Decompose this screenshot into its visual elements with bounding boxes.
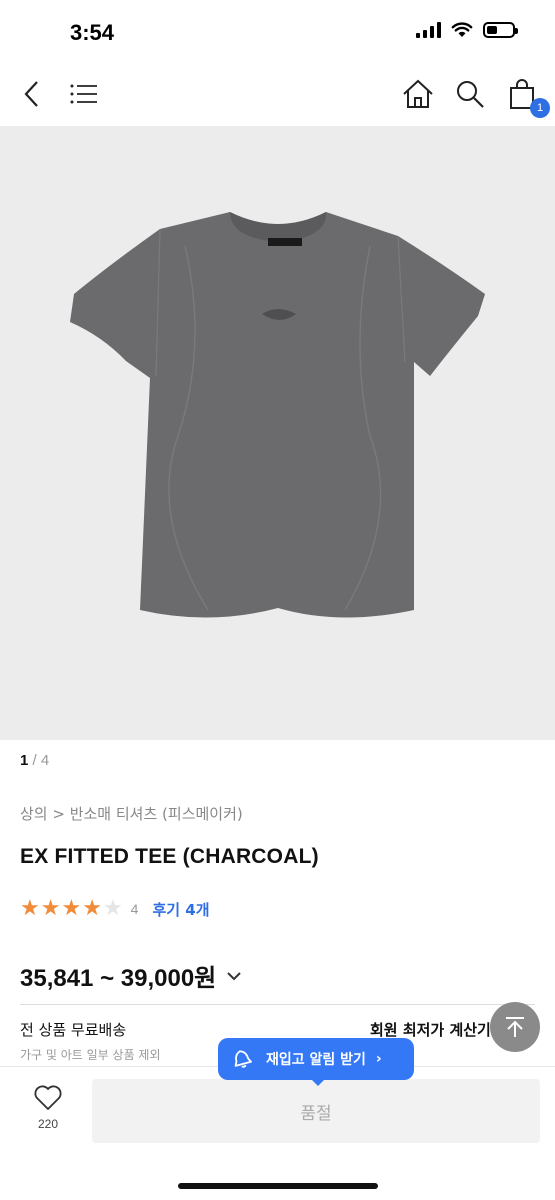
wifi-icon [451,22,473,37]
star-filled-icon: ★ [82,896,102,921]
free-shipping-note: 가구 및 아트 일부 상품 제외 [20,1048,161,1062]
product-image[interactable] [0,126,555,740]
search-button[interactable] [452,76,488,112]
sold-out-button[interactable]: 품절 [92,1079,540,1143]
search-icon [457,81,484,108]
restock-alert-label: 재입고 알림 받기 [266,1052,366,1068]
star-empty-icon: ★ [102,896,123,921]
star-rating: ★ ★ ★ ★ ★ [20,898,123,920]
cart-count-badge: 1 [530,98,550,118]
home-button[interactable] [400,76,436,112]
star-filled-icon: ★ [61,896,82,921]
cellular-signal-icon [416,22,441,38]
chevron-down-icon[interactable] [226,970,242,982]
home-icon [403,79,433,108]
chevron-left-icon [24,81,38,107]
status-icons [416,22,518,38]
pager-current: 1 [20,752,29,769]
cart-button[interactable]: 1 [504,76,550,118]
arrow-up-icon [506,1017,524,1037]
tshirt-image [70,212,485,618]
heart-icon [34,1085,62,1110]
nav-bar: 1 [0,64,555,126]
status-time: 3:54 [70,20,115,45]
back-button[interactable] [14,76,50,112]
member-price-calculator-link[interactable]: 회원 최저가 계산기 [370,1019,491,1040]
chevron-right-icon: › [375,1051,382,1067]
like-button[interactable]: 220 [26,1085,70,1131]
divider [20,1004,535,1005]
status-bar: 3:54 [0,0,555,64]
star-filled-icon: ★ [20,896,40,921]
price-range: 35,841 ~ 39,000원 [20,965,217,992]
restock-tooltip-pointer [310,1078,326,1086]
menu-button[interactable] [66,76,102,112]
battery-icon [483,22,518,38]
home-indicator [178,1183,378,1189]
reviews-link[interactable]: 후기 4개 [152,899,209,920]
product-title: EX FITTED TEE (CHARCOAL) [20,845,319,868]
price-row[interactable]: 35,841 ~ 39,000원 [20,958,242,993]
bell-icon [234,1050,252,1068]
star-filled-icon: ★ [40,896,61,921]
pager-total: 4 [40,752,50,769]
menu-icon [70,84,97,104]
free-shipping-title: 전 상품 무료배송 [20,1021,127,1039]
rating-row: ★ ★ ★ ★ ★ 4 후기 4개 [20,898,210,920]
image-pager: 1 / 4 [20,752,49,769]
like-count: 220 [37,1117,59,1131]
rating-value: 4 [130,901,139,917]
pager-separator: / [32,752,37,769]
category-breadcrumb[interactable]: 상의 > 반소매 티셔츠 (피스메이커) [20,803,243,824]
scroll-to-top-button[interactable] [490,1002,540,1052]
restock-alert-button[interactable]: 재입고 알림 받기 › [218,1038,414,1080]
